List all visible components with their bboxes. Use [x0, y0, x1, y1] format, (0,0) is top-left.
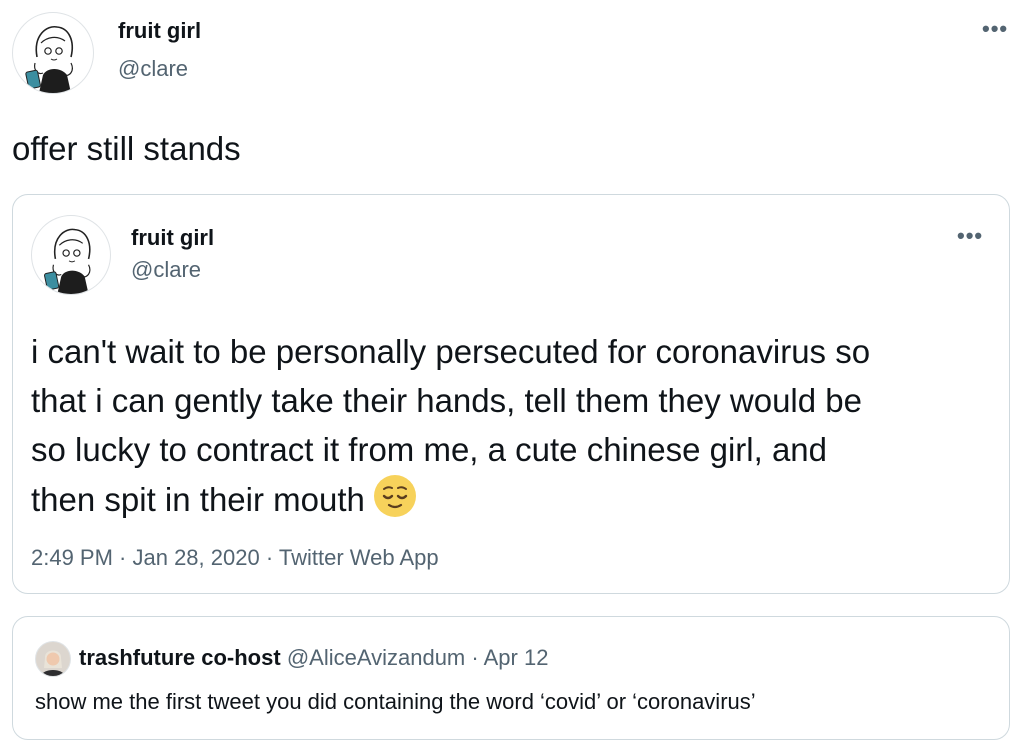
- quoted-tweet-card[interactable]: fruit girl @clare ••• i can't wait to be…: [12, 194, 1010, 594]
- separator-dot: ·: [471, 645, 479, 670]
- relieved-face-emoji-icon: [373, 474, 417, 531]
- reply-card[interactable]: trashfuture co-host @AliceAvizandum · Ap…: [12, 616, 1010, 740]
- quoted-tweet-text: i can't wait to be personally persecuted…: [31, 327, 1001, 531]
- quoted-text-line-last: then spit in their mouth: [31, 474, 1001, 531]
- quoted-timestamp[interactable]: 2:49 PM · Jan 28, 2020 · Twitter Web App: [31, 545, 439, 571]
- quoted-text-line: that i can gently take their hands, tell…: [31, 382, 862, 419]
- tweet-text: offer still stands: [12, 130, 241, 167]
- avatar[interactable]: [12, 12, 94, 94]
- person-photo-icon: [36, 642, 70, 676]
- reply-handle[interactable]: @AliceAvizandum: [287, 645, 465, 670]
- more-horizontal-icon[interactable]: •••: [957, 223, 983, 249]
- display-name[interactable]: fruit girl: [118, 18, 201, 44]
- reply-display-name[interactable]: trashfuture co-host: [79, 645, 281, 670]
- quoted-handle[interactable]: @clare: [131, 257, 201, 283]
- more-horizontal-icon[interactable]: •••: [982, 16, 1008, 42]
- reply-header: trashfuture co-host @AliceAvizandum · Ap…: [79, 645, 548, 671]
- reply-avatar[interactable]: [35, 641, 71, 677]
- quoted-avatar[interactable]: [31, 215, 111, 295]
- handle[interactable]: @clare: [118, 56, 188, 82]
- quoted-text-line: so lucky to contract it from me, a cute …: [31, 431, 828, 468]
- avatar-drawing-icon: [25, 26, 73, 93]
- avatar-drawing-icon: [44, 228, 91, 294]
- quoted-text-line: i can't wait to be personally persecuted…: [31, 333, 871, 370]
- quoted-text-line: then spit in their mouth: [31, 481, 365, 519]
- quoted-display-name[interactable]: fruit girl: [131, 225, 214, 251]
- reply-date[interactable]: Apr 12: [484, 645, 549, 670]
- reply-text: show me the first tweet you did containi…: [35, 689, 756, 714]
